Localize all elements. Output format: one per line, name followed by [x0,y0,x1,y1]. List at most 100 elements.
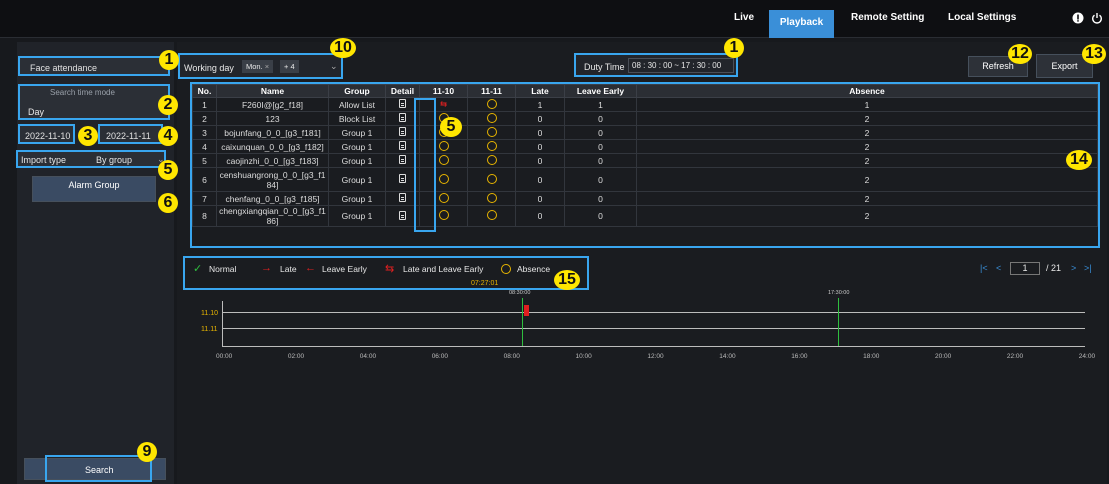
import-type-value: By group [96,155,133,165]
table-row[interactable]: 8 chengxiangqian_0_0_[g3_f1 86] Group 1002 [192,205,1098,227]
page-total: / 21 [1046,263,1062,273]
row-day2-status[interactable] [467,139,516,154]
working-day-tag[interactable]: Mon. × [242,60,274,73]
row-day2-status[interactable] [467,153,516,168]
nav-playback[interactable]: Playback [769,10,834,38]
mode-select-value: Face attendance [30,63,98,73]
timeline[interactable]: 11.10 11.11 08:30:00 17:30:00 00:00 02:00… [195,290,1100,360]
search-time-mode-label: Search time mode [50,88,115,97]
annotation-badge: 15 [554,270,580,290]
row-number: 4 [192,139,217,154]
table-row[interactable]: 1 F260I@[g2_f18] Allow List ⇆ 1 1 1 [192,97,1098,112]
col-no[interactable]: No. [192,84,217,98]
row-number: 7 [192,191,217,206]
col-day1[interactable]: 11-10 [419,84,468,98]
info-icon[interactable] [1072,12,1084,24]
power-icon[interactable] [1091,12,1103,24]
annotation-badge: 1 [159,50,179,70]
col-leave-early[interactable]: Leave Early [564,84,637,98]
table-row[interactable]: 4 caixunquan_0_0_[g3_f182] Group 1002 [192,139,1098,154]
import-type-select[interactable]: Import type By group ⌄ [16,150,166,168]
col-group[interactable]: Group [328,84,386,98]
row-day2-status[interactable] [467,111,516,126]
table-row[interactable]: 5 caojinzhi_0_0_[g3_f183] Group 1002 [192,153,1098,168]
working-day-more-tag: + 4 [280,60,299,73]
row-name: 123 [216,111,329,126]
row-day2-status[interactable] [467,191,516,206]
absence-circle-icon [486,173,497,184]
table-row[interactable]: 2 123 Block List 0 0 2 [192,111,1098,126]
row-day2-status[interactable] [467,205,516,227]
table-row[interactable]: 3 bojunfang_0_0_[g3_f181] Group 1002 [192,125,1098,140]
row-group: Group 1 [328,139,386,154]
detail-document-icon[interactable] [399,127,406,136]
alarm-group-button[interactable]: Alarm Group [32,176,156,202]
row-absence: 2 [636,153,1098,168]
detail-document-icon[interactable] [399,99,406,108]
absence-circle-icon [486,154,497,165]
last-page-icon[interactable]: >| [1084,263,1092,273]
col-name[interactable]: Name [216,84,329,98]
detail-document-icon[interactable] [399,210,406,220]
detail-highlight [414,98,436,232]
detail-document-icon[interactable] [399,155,406,164]
detail-document-icon[interactable] [399,193,406,202]
row-day2-status[interactable] [467,125,516,140]
legend-box: ✓ Normal → Late ← Leave Early ⇆ Late and… [183,256,589,290]
row-number: 5 [192,153,217,168]
mode-select[interactable]: Face attendance [18,56,170,76]
table-row[interactable]: 7 chenfang_0_0_[g3_f185] Group 1002 [192,191,1098,206]
late-event-marker[interactable] [524,305,529,316]
refresh-label: Refresh [982,61,1014,71]
row-leave-early: 0 [564,191,637,206]
col-absence[interactable]: Absence [636,84,1098,98]
row-late: 0 [515,191,565,206]
import-type-label: Import type [21,155,67,165]
detail-document-icon[interactable] [399,174,406,183]
table-row[interactable]: 6 censhuangrong_0_0_[g3_f1 84] Group 1002 [192,167,1098,192]
annotation-badge: 9 [137,442,157,462]
timeline-tick-label: 06:00 [431,353,448,360]
duty-end-marker [838,298,839,346]
detail-document-icon[interactable] [399,141,406,150]
row-group: Group 1 [328,205,386,227]
duty-time-box[interactable]: Duty Time 08 : 30 : 00 ~ 17 : 30 : 00 [574,53,738,77]
row-day2-status[interactable] [467,167,516,192]
detail-document-icon[interactable] [399,113,406,122]
page-input[interactable]: 1 [1010,262,1040,275]
date-end-input[interactable]: 2022-11-11 [98,124,163,144]
first-page-icon[interactable]: |< [980,263,988,273]
row-late: 0 [515,111,565,126]
col-day2[interactable]: 11-11 [467,84,516,98]
absence-circle-icon [501,264,511,274]
row-group: Group 1 [328,167,386,192]
row-leave-early: 0 [564,139,637,154]
annotation-badge: 10 [330,38,356,58]
timeline-tick-label: 18:00 [863,353,880,360]
row-name: censhuangrong_0_0_[g3_f1 84] [216,167,329,192]
row-group: Block List [328,111,386,126]
working-day-select[interactable]: Working day Mon. × + 4 ⌄ [178,53,343,79]
prev-page-icon[interactable]: < [996,263,1001,273]
timeline-tick-label: 12:00 [647,353,664,360]
nav-local-settings[interactable]: Local Settings [948,12,1016,23]
row-number: 3 [192,125,217,140]
timeline-tick-label: 00:00 [216,353,233,360]
absence-circle-icon [486,126,497,137]
search-button[interactable]: Search [45,455,152,482]
col-late[interactable]: Late [515,84,565,98]
duty-time-input[interactable]: 08 : 30 : 00 ~ 17 : 30 : 00 [628,58,734,73]
tag-close-icon[interactable]: × [265,62,269,71]
row-day2-status[interactable] [467,97,516,112]
next-page-icon[interactable]: > [1071,263,1076,273]
search-time-mode-box[interactable]: Search time mode Day [18,84,170,120]
pagination: |< < 1 / 21 > >| [978,262,1103,276]
col-detail[interactable]: Detail [385,84,420,98]
row-name: chenfang_0_0_[g3_f185] [216,191,329,206]
nav-remote-setting[interactable]: Remote Setting [851,12,924,23]
absence-circle-icon [486,210,497,220]
date-start-input[interactable]: 2022-11-10 [18,124,75,144]
nav-live[interactable]: Live [734,12,754,23]
timeline-tick-label: 14:00 [719,353,736,360]
timeline-row-line [222,312,1085,313]
